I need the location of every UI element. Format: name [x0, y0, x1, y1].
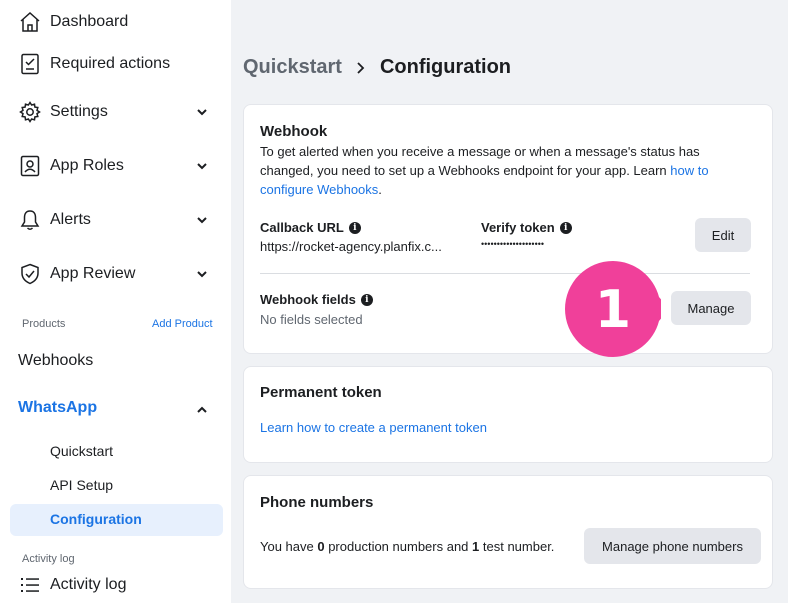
chevron-right-icon: [357, 61, 365, 74]
verify-token-value: ••••••••••••••••••••: [481, 239, 545, 249]
verify-token-label-text: Verify token: [481, 220, 555, 235]
chevron-up-icon: [197, 406, 207, 413]
verify-token-label: Verify token i: [481, 220, 572, 235]
nav-activity-log-label: Activity log: [50, 576, 127, 593]
nav-activity-log[interactable]: Activity log: [18, 570, 218, 600]
webhook-fields-label: Webhook fields i: [260, 292, 373, 307]
manage-phone-numbers-button[interactable]: Manage phone numbers: [584, 528, 761, 564]
callback-url-label: Callback URL i: [260, 220, 361, 235]
webhook-card: Webhook To get alerted when you receive …: [243, 104, 773, 354]
webhook-desc-line1: To get alerted when you receive a messag…: [260, 144, 700, 159]
annotation-number: 1: [595, 280, 631, 340]
sidebar: Dashboard Required actions Settings App …: [0, 0, 231, 603]
phone-text-b: production numbers and: [324, 539, 473, 554]
permanent-token-card: Permanent token Learn how to create a pe…: [243, 366, 773, 463]
how-to-link[interactable]: how to: [670, 163, 708, 178]
checklist-icon: [18, 52, 42, 76]
nav-app-roles[interactable]: App Roles: [18, 151, 218, 181]
nav-whatsapp[interactable]: WhatsApp: [18, 399, 218, 417]
bell-icon: [18, 208, 42, 232]
phone-text-c: test number.: [479, 539, 555, 554]
products-section-label: Products: [22, 318, 66, 330]
chevron-down-icon: [197, 163, 207, 170]
nav-whatsapp-label: WhatsApp: [18, 399, 98, 416]
nav-alerts-label: Alerts: [50, 211, 91, 228]
nav-dashboard-label: Dashboard: [50, 13, 129, 30]
gear-icon: [18, 100, 42, 124]
nav-whatsapp-configuration[interactable]: Configuration: [50, 511, 142, 527]
chevron-down-icon: [197, 271, 207, 278]
phone-numbers-card: Phone numbers You have 0 production numb…: [243, 475, 773, 589]
nav-webhooks[interactable]: Webhooks: [18, 352, 93, 370]
webhook-desc-end: .: [378, 182, 382, 197]
webhook-desc-line2: changed, you need to set up a Webhooks e…: [260, 163, 671, 178]
webhook-fields-value: No fields selected: [260, 312, 363, 327]
webhook-fields-label-text: Webhook fields: [260, 292, 356, 307]
callback-url-value: https://rocket-agency.planfix.c...: [260, 239, 442, 254]
nav-dashboard[interactable]: Dashboard: [18, 7, 218, 37]
nav-alerts[interactable]: Alerts: [18, 205, 218, 235]
phone-numbers-summary: You have 0 production numbers and 1 test…: [260, 537, 554, 556]
webhook-card-title: Webhook: [260, 123, 328, 140]
chevron-down-icon: [197, 109, 207, 116]
breadcrumb: Quickstart Configuration: [243, 56, 511, 79]
phone-text-a: You have: [260, 539, 318, 554]
shield-check-icon: [18, 262, 42, 286]
annotation-marker: 1: [565, 261, 661, 357]
manage-webhook-fields-button[interactable]: Manage: [671, 291, 751, 325]
configure-webhooks-link[interactable]: configure Webhooks: [260, 182, 378, 197]
info-icon[interactable]: i: [348, 221, 361, 234]
add-product-link[interactable]: Add Product: [152, 318, 213, 330]
nav-required-actions[interactable]: Required actions: [18, 49, 218, 79]
breadcrumb-quickstart[interactable]: Quickstart: [243, 56, 342, 79]
person-badge-icon: [18, 154, 42, 178]
chevron-down-icon: [197, 217, 207, 224]
main-content: Quickstart Configuration Webhook To get …: [231, 0, 788, 603]
home-icon: [18, 10, 42, 34]
divider: [260, 273, 750, 274]
list-icon: [18, 573, 42, 597]
info-icon[interactable]: i: [360, 293, 373, 306]
nav-settings[interactable]: Settings: [18, 97, 218, 127]
callback-url-label-text: Callback URL: [260, 220, 344, 235]
nav-required-actions-label: Required actions: [50, 55, 171, 72]
nav-app-roles-label: App Roles: [50, 157, 124, 174]
info-icon[interactable]: i: [559, 221, 572, 234]
phone-numbers-title: Phone numbers: [260, 494, 374, 511]
permanent-token-title: Permanent token: [260, 384, 382, 401]
edit-button[interactable]: Edit: [695, 218, 751, 252]
nav-app-review[interactable]: App Review: [18, 259, 218, 289]
permanent-token-link[interactable]: Learn how to create a permanent token: [260, 420, 487, 435]
nav-whatsapp-quickstart[interactable]: Quickstart: [50, 443, 113, 459]
page-title: Configuration: [379, 56, 512, 78]
nav-whatsapp-api-setup[interactable]: API Setup: [50, 477, 113, 493]
nav-app-review-label: App Review: [50, 265, 136, 282]
webhook-description: To get alerted when you receive a messag…: [260, 142, 760, 199]
production-count: 0: [317, 539, 325, 554]
nav-settings-label: Settings: [50, 103, 108, 120]
activity-log-section-label: Activity log: [22, 553, 75, 565]
